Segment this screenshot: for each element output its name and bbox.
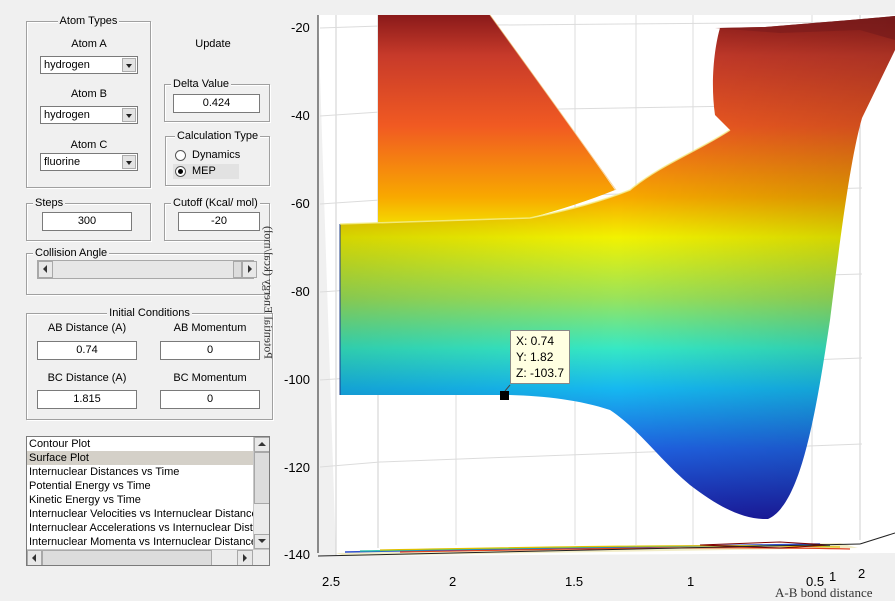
z-tick-label: -140 — [284, 547, 311, 562]
x-tick-label: 1.5 — [565, 574, 584, 589]
z-axis-label: Potential Energy (kcal/mol) — [261, 225, 276, 360]
z-tick-label: -60 — [291, 196, 310, 211]
y-tick-label: 2 — [858, 566, 866, 581]
surface-plot[interactable] — [0, 0, 895, 601]
x-tick-label: 2.5 — [322, 574, 341, 589]
z-tick-label: -100 — [284, 372, 311, 387]
x-tick-label: 2 — [449, 574, 457, 589]
datatip: X: 0.74 Y: 1.82 Z: -103.7 — [510, 330, 571, 384]
x-axis-label: A-B bond distance — [775, 585, 873, 600]
y-tick-label: 1 — [829, 569, 837, 584]
z-tick-label: -120 — [284, 460, 311, 475]
datatip-marker[interactable] — [500, 391, 509, 400]
datatip-x: X: 0.74 — [516, 334, 555, 348]
datatip-z: Z: -103.7 — [516, 366, 565, 380]
z-tick-label: -40 — [291, 108, 310, 123]
datatip-y: Y: 1.82 — [516, 350, 554, 364]
x-tick-label: 1 — [687, 574, 695, 589]
z-tick-label: -80 — [291, 284, 310, 299]
z-tick-label: -20 — [291, 20, 310, 35]
